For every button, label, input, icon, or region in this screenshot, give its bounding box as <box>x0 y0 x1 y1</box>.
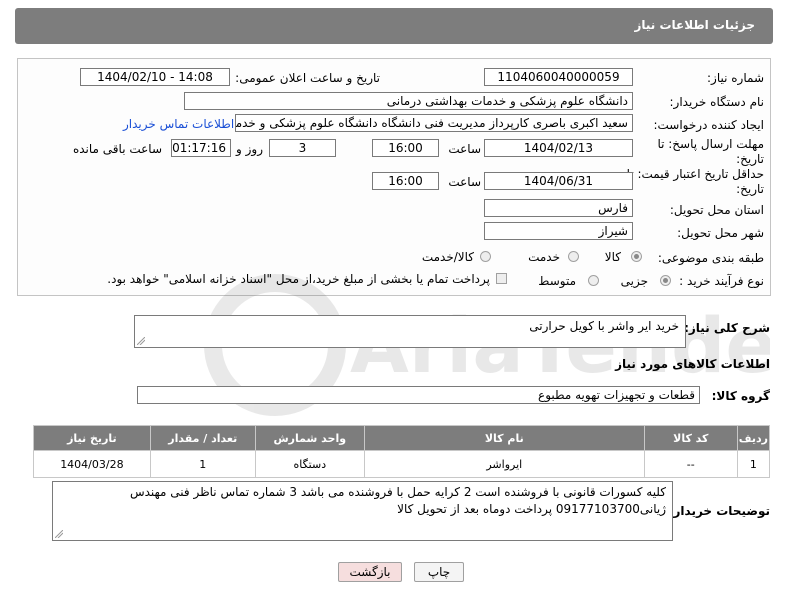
province-label: استان محل تحویل: <box>669 203 764 217</box>
days-label: روز و <box>236 142 263 156</box>
remaining-time-field: 01:17:16 <box>171 139 231 157</box>
description-textarea[interactable]: خرید ایر واشر با کویل حرارتی <box>134 315 686 348</box>
category-radio-goods[interactable] <box>631 251 642 262</box>
creator-label: ایجاد کننده درخواست: <box>653 118 764 132</box>
buyer-notes-line-1: کلیه کسورات قانونی با فروشنده است 2 کرای… <box>129 485 666 499</box>
page-header: جزئیات اطلاعات نیاز <box>15 8 773 44</box>
category-radio-goods-service[interactable] <box>480 251 491 262</box>
treasury-payment-checkbox[interactable] <box>496 273 507 284</box>
deadline-date-field: 1404/02/13 <box>484 139 633 157</box>
col-row: ردیف <box>736 425 771 451</box>
process-radio-medium[interactable] <box>588 275 599 286</box>
process-option-minor: جزیی <box>620 274 648 288</box>
treasury-payment-note: پرداخت تمام یا بخشی از مبلغ خرید،از محل … <box>107 272 490 286</box>
buyer-notes-textarea[interactable]: کلیه کسورات قانونی با فروشنده است 2 کرای… <box>52 481 673 541</box>
days-field: 3 <box>269 139 336 157</box>
resize-handle-icon[interactable] <box>137 337 145 345</box>
deadline-time-field: 16:00 <box>372 139 439 157</box>
remaining-label: ساعت باقی مانده <box>72 142 162 156</box>
col-quantity: تعداد / مقدار <box>149 425 256 451</box>
buyer-contact-link[interactable]: اطلاعات تماس خریدار <box>123 117 234 131</box>
goods-section-title: اطلاعات کالاهای مورد نیاز <box>615 357 770 371</box>
col-unit: واحد شمارش <box>254 425 365 451</box>
page-title: جزئیات اطلاعات نیاز <box>634 18 755 32</box>
process-label: نوع فرآیند خرید : <box>679 274 764 288</box>
description-text: خرید ایر واشر با کویل حرارتی <box>529 319 679 333</box>
validity-time-label: ساعت <box>448 175 481 189</box>
process-radio-minor[interactable] <box>660 275 671 286</box>
process-option-medium: متوسط <box>538 274 576 288</box>
cell-code: -- <box>643 450 738 478</box>
city-label: شهر محل تحویل: <box>677 226 764 240</box>
description-label: شرح کلی نیاز: <box>684 321 770 335</box>
need-number-field: 1104060040000059 <box>484 68 633 86</box>
category-option-service: خدمت <box>528 250 560 264</box>
category-option-goods: کالا <box>604 250 621 264</box>
category-option-goods-service: کالا/خدمت <box>421 250 474 264</box>
goods-table: ردیف کد کالا نام کالا واحد شمارش تعداد /… <box>33 425 771 478</box>
goods-table-header: ردیف کد کالا نام کالا واحد شمارش تعداد /… <box>33 425 771 451</box>
need-number-label: شماره نیاز: <box>707 71 764 85</box>
cell-date: 1404/03/28 <box>33 450 151 478</box>
goods-group-field: قطعات و تجهیزات تهویه مطبوع <box>137 386 700 404</box>
deadline-time-label: ساعت <box>448 142 481 156</box>
print-button[interactable]: چاپ <box>414 562 464 582</box>
province-field: فارس <box>484 199 633 217</box>
buyer-notes-line-2: ژیانی09177103700 پرداخت دوماه بعد از تحو… <box>397 502 666 516</box>
cell-quantity: 1 <box>149 450 256 478</box>
validity-date-field: 1404/06/31 <box>484 172 633 190</box>
category-radio-service[interactable] <box>568 251 579 262</box>
cell-name: ایرواشر <box>363 450 645 478</box>
announce-field: 1404/02/10 - 14:08 <box>80 68 230 86</box>
back-button[interactable]: بازگشت <box>338 562 402 582</box>
table-row: 1 -- ایرواشر دستگاه 1 1404/03/28 <box>33 450 771 478</box>
col-code: کد کالا <box>643 425 738 451</box>
creator-field: سعید اکبری باصری کارپرداز مدیریت فنی دان… <box>235 114 633 132</box>
deadline-label: مهلت ارسال پاسخ: تا تاریخ: <box>657 137 764 166</box>
validity-time-field: 16:00 <box>372 172 439 190</box>
validity-label: حداقل تاریخ اعتبار قیمت: تا تاریخ: <box>626 167 764 196</box>
buyer-org-field: دانشگاه علوم پزشکی و خدمات بهداشتی درمان… <box>184 92 633 110</box>
cell-unit: دستگاه <box>254 450 365 478</box>
resize-handle-icon[interactable] <box>55 530 63 538</box>
col-date: تاریخ نیاز <box>33 425 151 451</box>
col-name: نام کالا <box>363 425 645 451</box>
buyer-notes-label: توضیحات خریدار: <box>668 504 770 518</box>
buyer-org-label: نام دستگاه خریدار: <box>669 95 765 109</box>
cell-row: 1 <box>736 450 771 478</box>
category-label: طبقه بندی موضوعی: <box>657 251 764 265</box>
announce-label: تاریخ و ساعت اعلان عمومی: <box>235 71 380 85</box>
city-field: شیراز <box>484 222 633 240</box>
goods-group-label: گروه کالا: <box>711 389 770 403</box>
